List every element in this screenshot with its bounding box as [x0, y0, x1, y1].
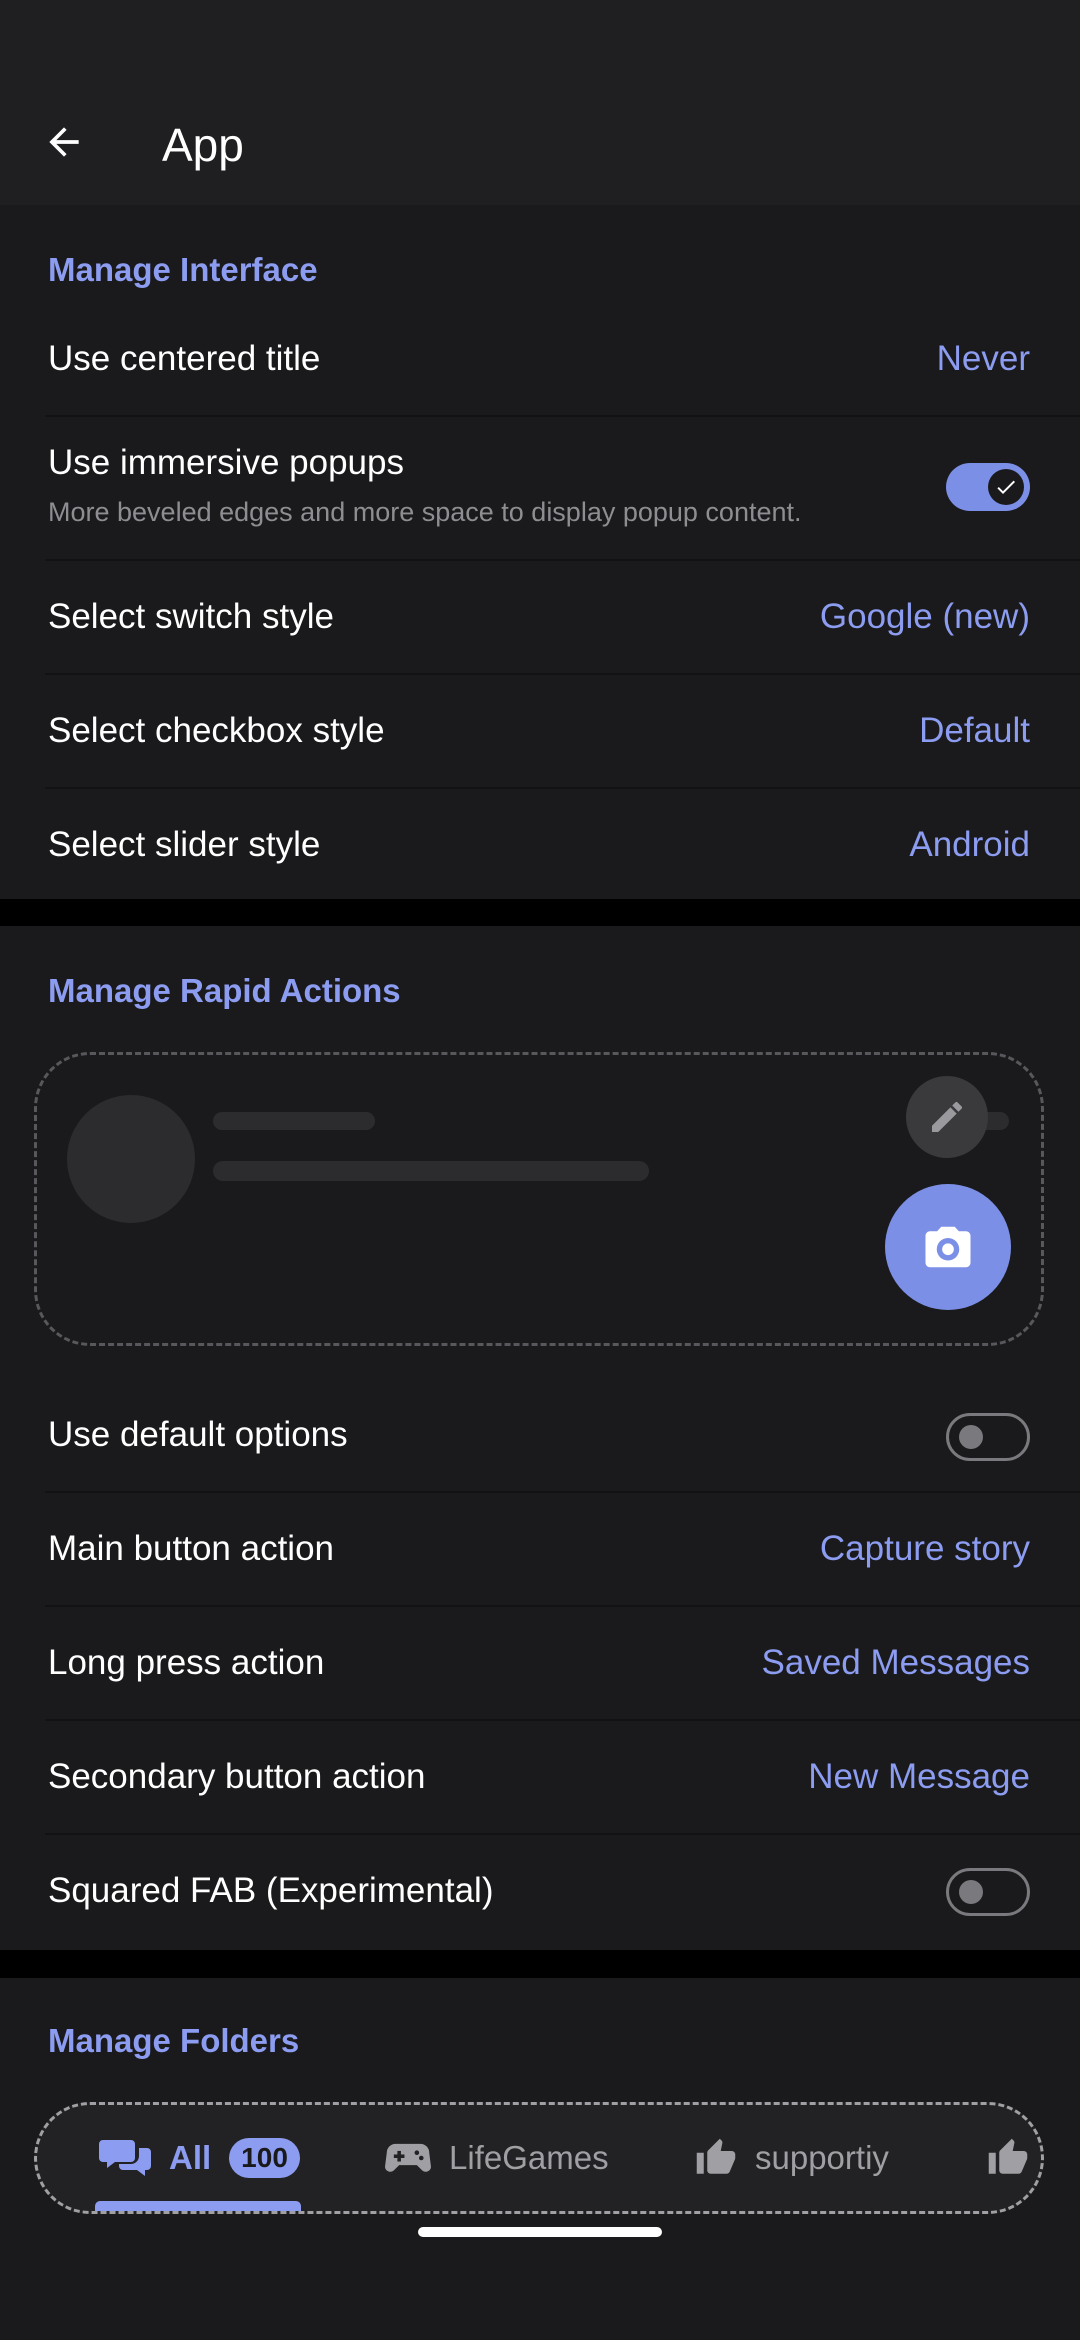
camera-icon	[925, 1226, 971, 1268]
page-title: App	[162, 119, 244, 171]
squared-fab-row[interactable]: Squared FAB (Experimental)	[0, 1835, 1080, 1949]
row-value: Android	[909, 825, 1030, 864]
secondary-fab	[906, 1076, 988, 1158]
chat-bubbles-icon	[99, 2136, 151, 2180]
select-slider-style-row[interactable]: Select slider style Android	[0, 789, 1080, 899]
manage-interface-section: Manage Interface Use centered title Neve…	[0, 205, 1080, 899]
row-subtitle: More beveled edges and more space to dis…	[48, 497, 802, 527]
row-value: Default	[919, 711, 1030, 750]
gamepad-icon	[385, 2141, 431, 2175]
arrow-left-icon	[49, 127, 79, 157]
row-value: Capture story	[819, 1529, 1030, 1568]
unread-count-badge: 100	[229, 2138, 300, 2178]
row-value: Google (new)	[819, 597, 1030, 636]
use-default-options-row[interactable]: Use default options	[0, 1379, 1080, 1493]
status-bar	[0, 0, 1080, 88]
use-immersive-popups-row[interactable]: Use immersive popups More beveled edges …	[0, 417, 1080, 561]
section-header: Manage Rapid Actions	[48, 972, 401, 1009]
row-value: New Message	[808, 1757, 1030, 1796]
row-label: Long press action	[48, 1643, 325, 1682]
folder-tab-label: LifeGames	[449, 2139, 609, 2176]
folder-tab-next[interactable]	[987, 2105, 1041, 2211]
selected-tab-indicator	[95, 2201, 301, 2211]
row-label: Select checkbox style	[48, 711, 385, 750]
toggle-knob	[988, 469, 1024, 505]
preview-subtitle-placeholder	[213, 1161, 649, 1181]
row-value: Never	[936, 339, 1030, 378]
default-options-toggle[interactable]	[946, 1413, 1030, 1461]
toggle-knob	[959, 1880, 983, 1904]
section-header: Manage Folders	[48, 2022, 300, 2059]
back-button[interactable]	[24, 102, 104, 182]
section-header: Manage Interface	[48, 251, 318, 288]
squared-fab-toggle[interactable]	[946, 1868, 1030, 1916]
row-label: Squared FAB (Experimental)	[48, 1871, 494, 1910]
folder-tab-all[interactable]: All 100	[99, 2105, 300, 2211]
folder-tabs-preview: All 100 LifeGames supportiy	[34, 2102, 1044, 2214]
check-icon	[997, 480, 1015, 494]
home-indicator[interactable]	[418, 2227, 662, 2237]
folder-tab-supportiy[interactable]: supportiy	[695, 2105, 889, 2211]
preview-avatar-placeholder	[67, 1095, 195, 1223]
row-label: Use default options	[48, 1415, 348, 1454]
main-fab	[885, 1184, 1011, 1310]
row-label: Main button action	[48, 1529, 335, 1568]
secondary-button-action-row[interactable]: Secondary button action New Message	[0, 1721, 1080, 1835]
rapid-actions-preview	[34, 1052, 1044, 1346]
select-checkbox-style-row[interactable]: Select checkbox style Default	[0, 675, 1080, 789]
row-value: Saved Messages	[761, 1643, 1030, 1682]
row-label: Select slider style	[48, 825, 321, 864]
thumbs-up-icon	[987, 2137, 1029, 2179]
row-label: Use immersive popups	[48, 443, 404, 482]
thumbs-up-icon	[695, 2137, 737, 2179]
use-centered-title-row[interactable]: Use centered title Never	[0, 303, 1080, 417]
toggle-knob	[959, 1425, 983, 1449]
long-press-action-row[interactable]: Long press action Saved Messages	[0, 1607, 1080, 1721]
folder-tab-label: supportiy	[755, 2139, 889, 2176]
folder-tab-lifegames[interactable]: LifeGames	[385, 2105, 609, 2211]
preview-title-placeholder	[213, 1112, 375, 1130]
main-button-action-row[interactable]: Main button action Capture story	[0, 1493, 1080, 1607]
folder-tab-label: All	[169, 2139, 212, 2176]
app-bar: App	[0, 88, 1080, 205]
immersive-popups-toggle[interactable]	[946, 463, 1030, 511]
row-label: Use centered title	[48, 339, 321, 378]
row-label: Select switch style	[48, 597, 334, 636]
pencil-icon	[932, 1101, 963, 1132]
row-label: Secondary button action	[48, 1757, 426, 1796]
select-switch-style-row[interactable]: Select switch style Google (new)	[0, 561, 1080, 675]
